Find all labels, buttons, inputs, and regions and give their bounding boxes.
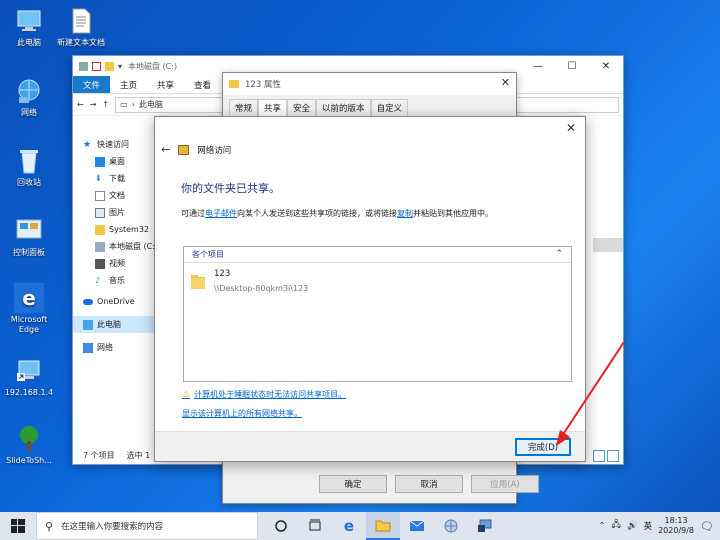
remote-desktop-icon[interactable] <box>468 512 502 540</box>
taskbar: ⚲ 在这里输入你要搜索的内容 e ⌃ 🖧 🔊 英 18:13 2020/9/8 … <box>0 512 720 540</box>
clock[interactable]: 18:13 2020/9/8 <box>658 516 694 536</box>
windows-logo-icon <box>11 519 25 533</box>
search-placeholder: 在这里输入你要搜索的内容 <box>61 522 164 532</box>
cortana-icon[interactable] <box>264 512 298 540</box>
task-view-icon[interactable] <box>298 512 332 540</box>
volume-icon[interactable]: 🔊 <box>627 521 638 531</box>
network-connect-icon[interactable] <box>434 512 468 540</box>
search-icon: ⚲ <box>45 519 54 533</box>
taskbar-apps: e <box>264 512 502 540</box>
file-explorer-taskbar-icon[interactable] <box>366 512 400 540</box>
mail-icon[interactable] <box>400 512 434 540</box>
notification-icon[interactable]: 🗨 <box>700 520 714 533</box>
clock-date: 2020/9/8 <box>658 526 695 535</box>
taskbar-search[interactable]: ⚲ 在这里输入你要搜索的内容 <box>36 512 258 540</box>
start-button[interactable] <box>0 512 36 540</box>
network-status-icon[interactable]: 🖧 <box>612 519 621 533</box>
clock-time: 18:13 <box>664 516 688 525</box>
chevron-up-icon[interactable]: ⌃ <box>598 521 605 531</box>
annotation-arrow <box>556 341 625 446</box>
system-tray: ⌃ 🖧 🔊 英 18:13 2020/9/8 🗨 <box>598 512 720 540</box>
ime-indicator[interactable]: 英 <box>644 520 653 532</box>
edge-taskbar-icon[interactable]: e <box>332 512 366 540</box>
